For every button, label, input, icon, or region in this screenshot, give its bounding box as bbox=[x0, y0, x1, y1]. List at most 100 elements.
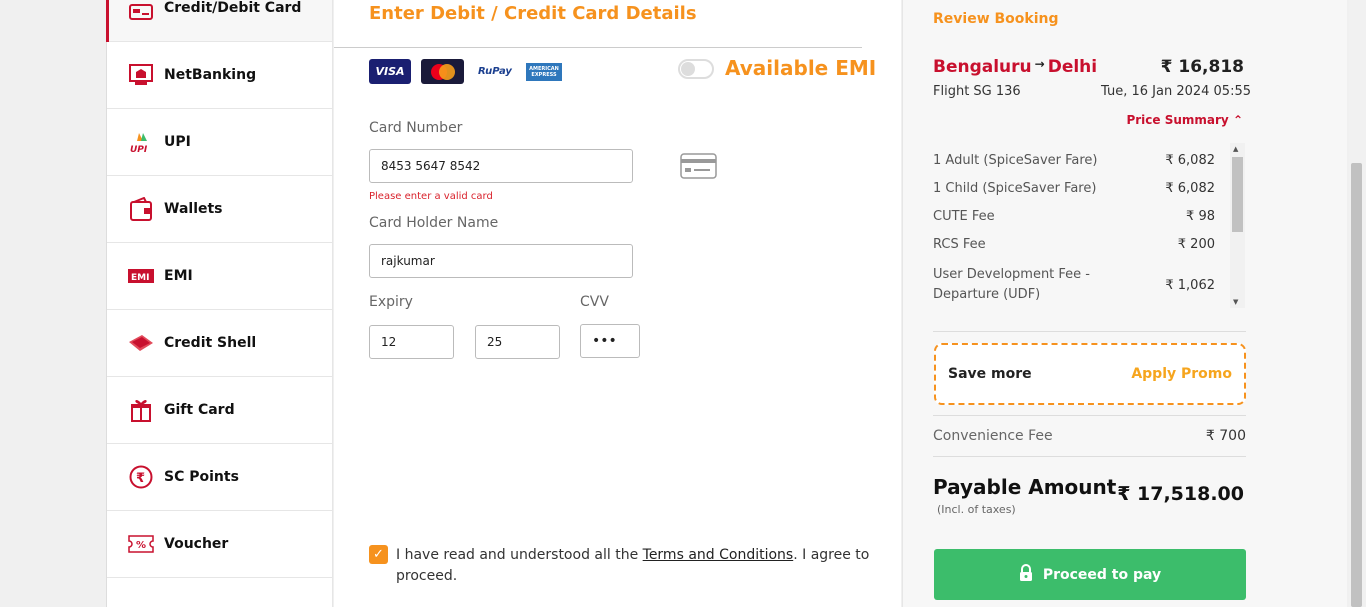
payment-page: Credit/Debit Card NetBanking UPI UPI Wal… bbox=[0, 0, 1366, 607]
card-number-input[interactable]: 8453 5647 8542 bbox=[369, 149, 633, 183]
breakdown-row: RCS Fee ₹ 200 bbox=[933, 237, 1215, 252]
convenience-fee-label: Convenience Fee bbox=[933, 428, 1053, 444]
sidebar-item-label: SC Points bbox=[164, 469, 239, 485]
base-fare: ₹ 16,818 bbox=[1160, 57, 1244, 77]
svg-text:₹: ₹ bbox=[136, 471, 145, 486]
svg-text:UPI: UPI bbox=[130, 145, 148, 153]
origin-city: Bengaluru bbox=[933, 57, 1032, 77]
chevron-up-icon: ⌃ bbox=[1232, 113, 1243, 127]
sidebar-item-netbanking[interactable]: NetBanking bbox=[107, 42, 332, 109]
flight-number: Flight SG 136 bbox=[933, 84, 1021, 99]
upi-icon: UPI bbox=[128, 130, 154, 154]
terms-link[interactable]: Terms and Conditions bbox=[643, 547, 794, 563]
promo-save-text: Save more bbox=[948, 366, 1032, 382]
breakdown-label: CUTE Fee bbox=[933, 209, 995, 224]
card-details-panel: Enter Debit / Credit Card Details VISA R… bbox=[334, 0, 901, 607]
emi-label: Available EMI bbox=[725, 56, 877, 80]
card-number-label: Card Number bbox=[369, 120, 463, 136]
credit-card-icon bbox=[128, 0, 154, 24]
breakdown-amount: ₹ 1,062 bbox=[1165, 277, 1215, 293]
lock-icon bbox=[1019, 563, 1033, 586]
arrow-right-icon: → bbox=[1034, 57, 1045, 71]
breakdown-row: CUTE Fee ₹ 98 bbox=[933, 209, 1215, 224]
terms-prefix: I have read and understood all the bbox=[396, 547, 643, 563]
sidebar-item-gift-card[interactable]: Gift Card bbox=[107, 377, 332, 444]
destination-city: Delhi bbox=[1047, 57, 1098, 77]
terms-text: I have read and understood all the Terms… bbox=[396, 545, 879, 587]
emi-icon: EMI bbox=[128, 264, 154, 288]
sidebar-item-wallets[interactable]: Wallets bbox=[107, 176, 332, 243]
price-summary-label: Price Summary bbox=[1126, 113, 1229, 127]
divider bbox=[334, 47, 862, 48]
card-holder-input[interactable]: rajkumar bbox=[369, 244, 633, 278]
expiry-month-input[interactable]: 12 bbox=[369, 325, 454, 359]
sidebar-item-voucher[interactable]: % Voucher bbox=[107, 511, 332, 578]
svg-text:%: % bbox=[136, 540, 146, 551]
payable-amount-label: Payable Amount bbox=[933, 475, 1117, 499]
breakdown-label: User Development Fee - Departure (UDF) bbox=[933, 267, 1090, 302]
card-logos: VISA RuPay AMERICAN EXPRESS bbox=[369, 59, 562, 84]
breakdown-amount: ₹ 6,082 bbox=[1165, 181, 1215, 196]
card-error-message: Please enter a valid card bbox=[369, 191, 493, 202]
sidebar-item-credit-debit-card[interactable]: Credit/Debit Card bbox=[106, 0, 332, 42]
apply-promo-button[interactable]: Apply Promo bbox=[1131, 366, 1232, 382]
proceed-to-pay-button[interactable]: Proceed to pay bbox=[934, 549, 1246, 600]
page-scrollbar-thumb[interactable] bbox=[1351, 163, 1362, 607]
mastercard-logo bbox=[421, 59, 464, 84]
breakdown-row: 1 Adult (SpiceSaver Fare) ₹ 6,082 bbox=[933, 153, 1215, 168]
breakdown-amount: ₹ 98 bbox=[1186, 209, 1215, 224]
scrollbar-thumb[interactable] bbox=[1232, 157, 1243, 232]
divider bbox=[933, 456, 1246, 457]
expiry-year-input[interactable]: 25 bbox=[475, 325, 560, 359]
terms-checkbox[interactable]: ✓ bbox=[369, 545, 388, 564]
amex-logo: AMERICAN EXPRESS bbox=[526, 62, 562, 81]
booking-summary-panel: Review Booking Bengaluru → Delhi ₹ 16,81… bbox=[902, 0, 1347, 607]
breakdown-label: 1 Adult (SpiceSaver Fare) bbox=[933, 153, 1098, 168]
sidebar-item-emi[interactable]: EMI EMI bbox=[107, 243, 332, 310]
visa-logo: VISA bbox=[369, 59, 411, 84]
sidebar-item-label: Voucher bbox=[164, 536, 229, 552]
card-holder-label: Card Holder Name bbox=[369, 215, 499, 231]
breakdown-amount: ₹ 6,082 bbox=[1165, 153, 1215, 168]
bank-icon bbox=[128, 63, 154, 87]
sidebar-item-label: Wallets bbox=[164, 201, 223, 217]
cvv-label: CVV bbox=[580, 294, 609, 310]
sidebar-item-label: UPI bbox=[164, 134, 191, 150]
sidebar-item-label: Credit Shell bbox=[164, 335, 257, 351]
gift-icon bbox=[128, 398, 154, 422]
emi-toggle[interactable] bbox=[678, 59, 714, 79]
card-type-icon bbox=[680, 153, 717, 183]
flight-date: Tue, 16 Jan 2024 05:55 bbox=[1101, 84, 1251, 99]
breakdown-row: 1 Child (SpiceSaver Fare) ₹ 6,082 bbox=[933, 181, 1215, 196]
route: Bengaluru → Delhi bbox=[933, 57, 1097, 77]
sidebar-item-label: Gift Card bbox=[164, 402, 235, 418]
payment-methods-sidebar: Credit/Debit Card NetBanking UPI UPI Wal… bbox=[106, 0, 333, 607]
breakdown-row: User Development Fee - Departure (UDF) ₹ … bbox=[933, 265, 1215, 305]
divider bbox=[933, 415, 1246, 416]
page-title: Enter Debit / Credit Card Details bbox=[369, 3, 697, 24]
expiry-label: Expiry bbox=[369, 294, 413, 310]
breakdown-label: RCS Fee bbox=[933, 237, 986, 252]
wallet-icon bbox=[128, 197, 154, 221]
scroll-up-icon[interactable]: ▲ bbox=[1233, 145, 1238, 153]
credit-shell-icon bbox=[128, 331, 154, 355]
breakdown-label: 1 Child (SpiceSaver Fare) bbox=[933, 181, 1097, 196]
convenience-fee-row: Convenience Fee ₹ 700 bbox=[933, 428, 1246, 444]
sidebar-item-label: EMI bbox=[164, 268, 193, 284]
sidebar-item-label: Credit/Debit Card bbox=[164, 0, 302, 16]
rupee-icon: ₹ bbox=[128, 465, 154, 489]
sidebar-item-credit-shell[interactable]: Credit Shell bbox=[107, 310, 332, 377]
scroll-down-icon[interactable]: ▼ bbox=[1233, 298, 1238, 306]
page-scrollbar[interactable] bbox=[1349, 0, 1366, 607]
review-booking-link[interactable]: Review Booking bbox=[933, 11, 1059, 27]
convenience-fee-value: ₹ 700 bbox=[1205, 428, 1246, 444]
sidebar-item-upi[interactable]: UPI UPI bbox=[107, 109, 332, 176]
divider bbox=[933, 331, 1246, 332]
price-summary-toggle[interactable]: Price Summary ⌃ bbox=[1126, 113, 1243, 127]
voucher-icon: % bbox=[128, 532, 154, 556]
cvv-input[interactable]: ••• bbox=[580, 324, 640, 358]
promo-box: Save more Apply Promo bbox=[934, 343, 1246, 405]
sidebar-item-sc-points[interactable]: ₹ SC Points bbox=[107, 444, 332, 511]
price-breakdown: 1 Adult (SpiceSaver Fare) ₹ 6,082 1 Child… bbox=[933, 144, 1245, 310]
breakdown-scrollbar[interactable]: ▲ ▼ bbox=[1230, 143, 1245, 308]
